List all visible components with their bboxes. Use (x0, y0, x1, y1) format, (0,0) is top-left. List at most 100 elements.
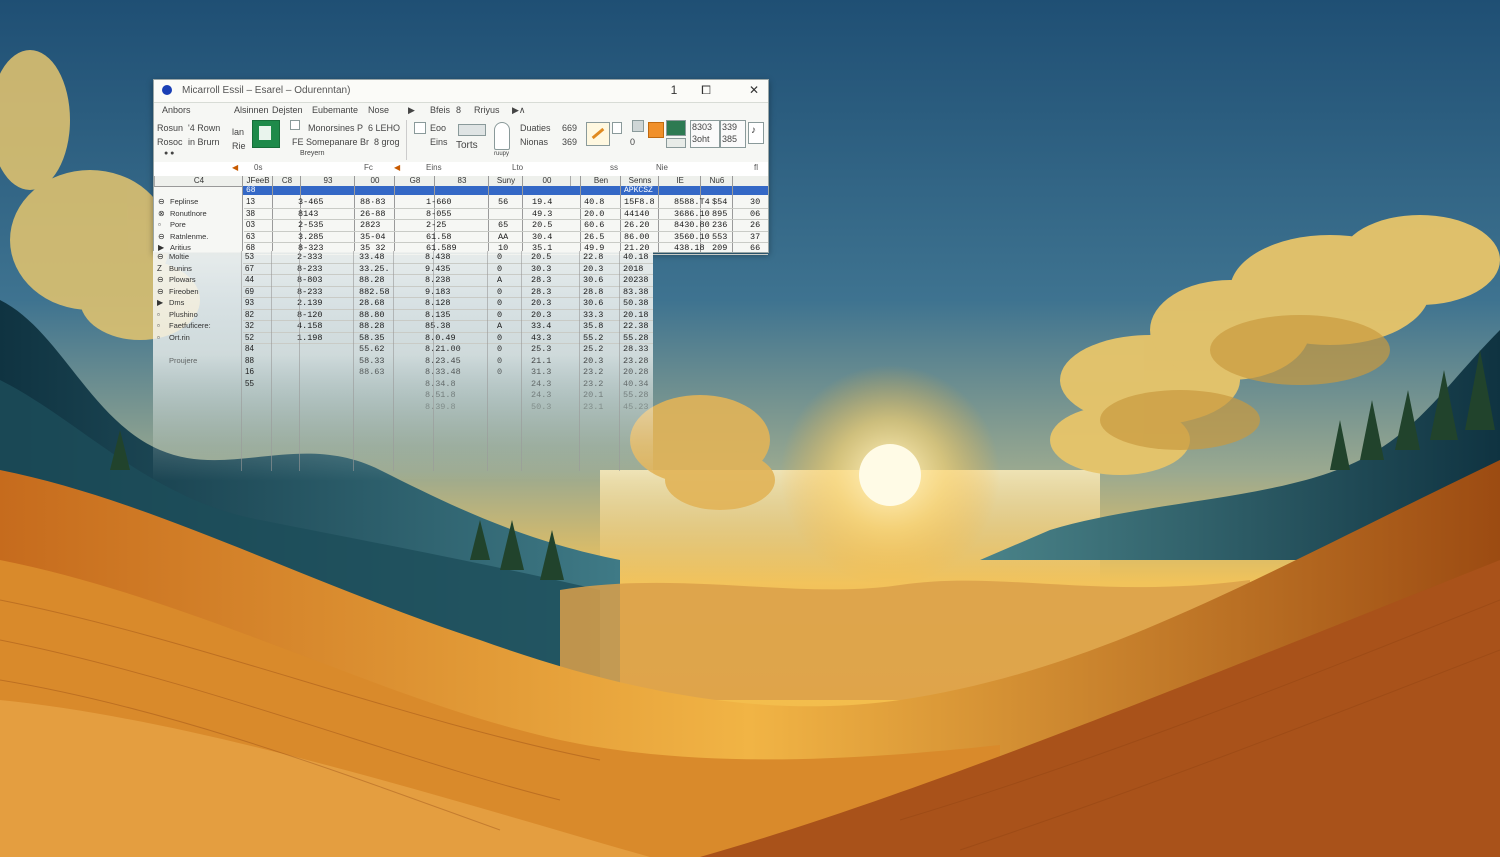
table-cell[interactable]: 35.8 (583, 321, 603, 331)
ribbon-number[interactable]: 385 (722, 134, 737, 144)
table-cell[interactable]: 20238 (623, 275, 649, 285)
chart-icon[interactable] (666, 120, 686, 136)
table-cell[interactable]: 26 (750, 220, 760, 230)
row-label[interactable]: Pore (170, 220, 186, 229)
table-cell[interactable]: 22.8 (583, 252, 603, 262)
formula-content[interactable]: Eins (426, 163, 442, 172)
table-cell[interactable]: AA (498, 232, 508, 242)
table-cell[interactable]: 60.6 (584, 220, 604, 230)
table-cell[interactable]: 88.80 (359, 310, 385, 320)
table-cell[interactable]: 20.3 (531, 310, 551, 320)
font-line2[interactable]: FE Somepanare Br (292, 137, 369, 147)
table-cell[interactable]: 43.3 (531, 333, 551, 343)
table-cell[interactable]: 45.23 (623, 402, 649, 412)
table-cell[interactable]: 28.33 (623, 344, 649, 354)
table-cell[interactable]: 209 (712, 243, 727, 253)
ribbon-number[interactable]: 369 (562, 137, 577, 147)
table-cell[interactable]: 55.2 (583, 333, 603, 343)
row-label[interactable]: Faetfuficere: (169, 321, 211, 330)
table-cell[interactable]: 06 (750, 209, 760, 219)
font-name[interactable]: Monorsines P (308, 123, 363, 133)
table-cell[interactable]: 30.6 (583, 298, 603, 308)
column-header[interactable]: 93 (300, 176, 355, 186)
table-cell[interactable]: 61.58 (426, 232, 452, 242)
table-cell[interactable]: 8430.80 (674, 220, 710, 230)
ribbon-text[interactable]: lan (232, 127, 244, 137)
table-cell[interactable]: 58.35 (359, 333, 385, 343)
table-cell[interactable]: 23.1 (583, 402, 603, 412)
table-cell[interactable]: 8-233 (297, 287, 323, 297)
table-cell[interactable]: 50.3 (531, 402, 551, 412)
music-note-icon[interactable]: ♪ (748, 122, 764, 144)
table-cell[interactable]: 0 (497, 344, 502, 354)
ribbon-tab[interactable]: Dejsten (272, 105, 303, 115)
table-cell[interactable]: 26.5 (584, 232, 604, 242)
table-cell[interactable]: 2.139 (297, 298, 323, 308)
ribbon-tab[interactable]: Nose (368, 105, 389, 115)
table-cell[interactable]: 40.18 (623, 252, 649, 262)
row-label[interactable]: Dms (169, 298, 184, 307)
table-cell[interactable]: 9.435 (425, 264, 451, 274)
table-cell[interactable]: 8-803 (297, 275, 323, 285)
table-cell[interactable]: 236 (712, 220, 727, 230)
column-header[interactable]: JFeeB (242, 176, 273, 186)
play-icon[interactable]: ▶ (408, 105, 415, 116)
ribbon-number[interactable]: 669 (562, 123, 577, 133)
table-cell[interactable]: 0 (497, 252, 502, 262)
table-cell[interactable]: 3686.10 (674, 209, 710, 219)
table-cell[interactable]: 66 (750, 243, 760, 253)
collapse-arrow-icon[interactable]: ◀ (232, 163, 238, 172)
table-cell[interactable]: 86.00 (624, 232, 650, 242)
table-cell[interactable]: 35-04 (360, 232, 386, 242)
toggle-icon[interactable] (612, 122, 622, 134)
table-cell[interactable]: 8.51.8 (425, 390, 456, 400)
table-cell[interactable]: 8.21.00 (425, 344, 461, 354)
table-cell[interactable]: 50.38 (623, 298, 649, 308)
row-label[interactable]: Plowars (169, 275, 196, 284)
table-cell[interactable]: 30 (750, 197, 760, 207)
name-box[interactable]: 0s (254, 163, 262, 172)
column-header[interactable]: 00 (522, 176, 571, 186)
column-header[interactable]: IE (658, 176, 701, 186)
table-cell[interactable]: 2018 (623, 264, 643, 274)
table-cell[interactable]: 37 (750, 232, 760, 242)
table-cell[interactable]: 30.4 (532, 232, 552, 242)
table-cell[interactable]: 25.3 (531, 344, 551, 354)
column-header[interactable]: C4 (154, 176, 243, 186)
pencil-icon[interactable] (586, 122, 610, 146)
font-size-b[interactable]: 8 grog (374, 137, 400, 147)
ribbon-tab[interactable]: Eubemante (312, 105, 358, 115)
restore-button[interactable]: ⧠ (698, 83, 714, 98)
table-cell[interactable]: 882.58 (359, 287, 390, 297)
ribbon-text[interactable]: Eoo (430, 123, 446, 133)
table-cell[interactable]: 21.1 (531, 356, 551, 366)
table-cell[interactable]: 553 (712, 232, 727, 242)
table-cell[interactable]: 8.128 (425, 298, 451, 308)
table-cell[interactable]: 8.39.8 (425, 402, 456, 412)
small-box-icon[interactable] (632, 120, 644, 132)
table-cell[interactable]: 438.18 (674, 243, 705, 253)
table-cell[interactable]: 55.28 (623, 390, 649, 400)
column-header[interactable]: 00 (354, 176, 395, 186)
window-button-1[interactable]: 1 (666, 83, 682, 97)
table-cell[interactable]: 55.62 (359, 344, 385, 354)
table-cell[interactable]: 23.2 (583, 379, 603, 389)
table-cell[interactable]: 26-88 (360, 209, 386, 219)
ribbon-text[interactable]: Torts (456, 140, 478, 151)
ribbon-tab[interactable]: Bfeis (430, 105, 450, 115)
table-cell[interactable]: 8.34.8 (425, 379, 456, 389)
column-header[interactable]: Suny (488, 176, 523, 186)
ribbon-text[interactable]: Rosun (157, 123, 183, 133)
column-header[interactable]: G8 (394, 176, 435, 186)
table-cell[interactable]: 20.3 (583, 264, 603, 274)
table-cell[interactable]: 3-465 (298, 197, 324, 207)
paste-icon[interactable] (414, 122, 426, 134)
ribbon-text[interactable]: Rosoc (157, 137, 183, 147)
table-cell[interactable]: 895 (712, 209, 727, 219)
table-cell[interactable]: 8143 (298, 209, 318, 219)
table-cell[interactable]: 65 (498, 220, 508, 230)
row-label[interactable]: Ronutlnore (170, 209, 207, 218)
table-cell[interactable]: 2-25 (426, 220, 446, 230)
arrow-icon[interactable]: ▶∧ (512, 105, 526, 116)
selected-row[interactable]: 68 APKCSZ (242, 186, 768, 195)
